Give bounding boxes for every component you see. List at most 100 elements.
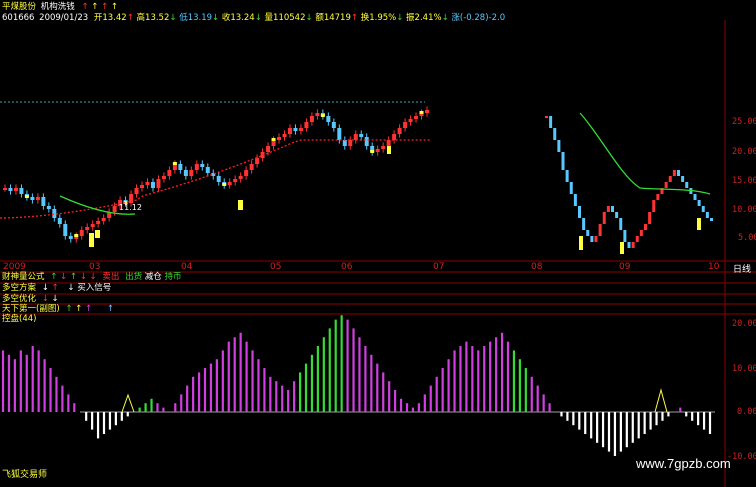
watermark: www.7gpzb.com	[636, 456, 731, 471]
low-annotation: 11.12	[119, 203, 142, 212]
signal-dot	[24, 195, 29, 198]
signal-dot	[222, 183, 227, 186]
sig: ↑	[75, 304, 83, 314]
candle-body	[238, 176, 243, 179]
candle-body	[549, 116, 553, 128]
candle-body	[52, 209, 57, 218]
candle-body	[68, 236, 73, 239]
candle-body	[79, 230, 84, 236]
candle-body	[408, 119, 413, 122]
candle-body	[375, 149, 380, 152]
candle-body	[348, 140, 353, 146]
x-tick-05: 05	[270, 262, 282, 272]
candle-body	[561, 152, 565, 170]
candle-body	[627, 242, 631, 248]
candle-body	[90, 224, 95, 227]
candle-body	[8, 188, 13, 191]
candle-body	[282, 134, 287, 137]
period-selector[interactable]: 日线	[733, 262, 751, 275]
low-block	[620, 242, 624, 254]
candle-body	[183, 170, 188, 176]
x-tick-04: 04	[181, 262, 193, 272]
candle-body	[619, 218, 623, 230]
signal-dot	[370, 150, 375, 153]
candle-body	[425, 110, 429, 113]
price-chart[interactable]	[0, 0, 756, 487]
trend-dotted-line	[0, 139, 430, 219]
low-block	[95, 230, 100, 238]
candle-body	[656, 194, 660, 200]
candle-body	[189, 170, 194, 176]
ship-label: 出货	[125, 272, 143, 282]
mid-block	[387, 146, 391, 154]
candle-body	[586, 230, 590, 236]
candle-body	[57, 218, 62, 224]
candle-body	[315, 113, 320, 116]
signal-dot	[271, 138, 276, 141]
candle-body	[397, 128, 402, 134]
candle-body	[710, 218, 713, 221]
candle-body	[35, 197, 40, 200]
candle-body	[545, 116, 548, 118]
candle-body	[41, 197, 46, 206]
candle-body	[156, 179, 161, 188]
candle-body	[277, 137, 282, 140]
x-tick-08: 08	[531, 262, 543, 272]
candle-body	[697, 200, 701, 206]
low-block	[579, 236, 583, 250]
candle-body	[652, 200, 656, 212]
osc-signal-mark	[654, 388, 668, 413]
candle-body	[553, 128, 557, 140]
osc-tick-20: 20.00	[732, 319, 756, 329]
candle-body	[392, 134, 397, 140]
candle-body	[573, 194, 577, 206]
buy-signal-label: 买入信号	[77, 283, 112, 293]
signal-dot	[172, 162, 177, 165]
stock-chart-window: 平煤股份 机构洗钱 ↑ ↑ ↑ ↑ 601666 2009/01/23 开13.…	[0, 0, 756, 487]
ma-line-2	[579, 112, 711, 195]
candle-body	[337, 128, 342, 140]
candle-body	[701, 206, 705, 212]
osc-tick-10: 10.00	[732, 364, 756, 374]
candle-body	[615, 212, 619, 218]
price-tick-15: 15.00	[732, 176, 756, 186]
candle-body	[677, 170, 680, 176]
candle-body	[304, 122, 309, 128]
candle-body	[557, 140, 561, 152]
signal-dot	[419, 111, 424, 114]
candle-body	[611, 206, 614, 212]
candle-body	[414, 116, 419, 119]
candle-body	[63, 224, 68, 236]
reduce-label: 减仓	[144, 272, 162, 282]
candle-body	[664, 182, 668, 188]
candle-body	[298, 128, 303, 131]
osc-label: 控盘(44)	[2, 314, 37, 324]
candle-body	[233, 179, 238, 182]
mid-block	[238, 200, 243, 210]
candle-body	[13, 188, 18, 191]
candle-body	[644, 224, 647, 230]
candle-body	[386, 140, 391, 146]
candle-body	[359, 134, 364, 137]
price-tick-20: 20.00	[732, 147, 756, 157]
price-tick-10: 10.00	[732, 205, 756, 215]
candle-body	[200, 164, 205, 167]
candle-body	[249, 164, 254, 170]
candle-body	[150, 182, 155, 188]
price-tick-25: 25.00	[732, 117, 756, 127]
candle-body	[3, 188, 7, 190]
osc-panel-title[interactable]: 控盘(44)	[2, 312, 36, 324]
low-block	[697, 218, 701, 230]
x-tick-06: 06	[341, 262, 353, 272]
candle-body	[590, 236, 594, 242]
sig: ↑	[85, 304, 93, 314]
x-tick-07: 07	[433, 262, 445, 272]
candle-body	[134, 188, 139, 194]
candle-body	[194, 164, 199, 170]
candle-body	[403, 122, 408, 128]
candle-body	[255, 158, 260, 164]
candle-body	[631, 242, 635, 248]
candle-body	[46, 206, 51, 209]
candle-body	[582, 218, 586, 230]
signal-dot	[320, 114, 325, 117]
